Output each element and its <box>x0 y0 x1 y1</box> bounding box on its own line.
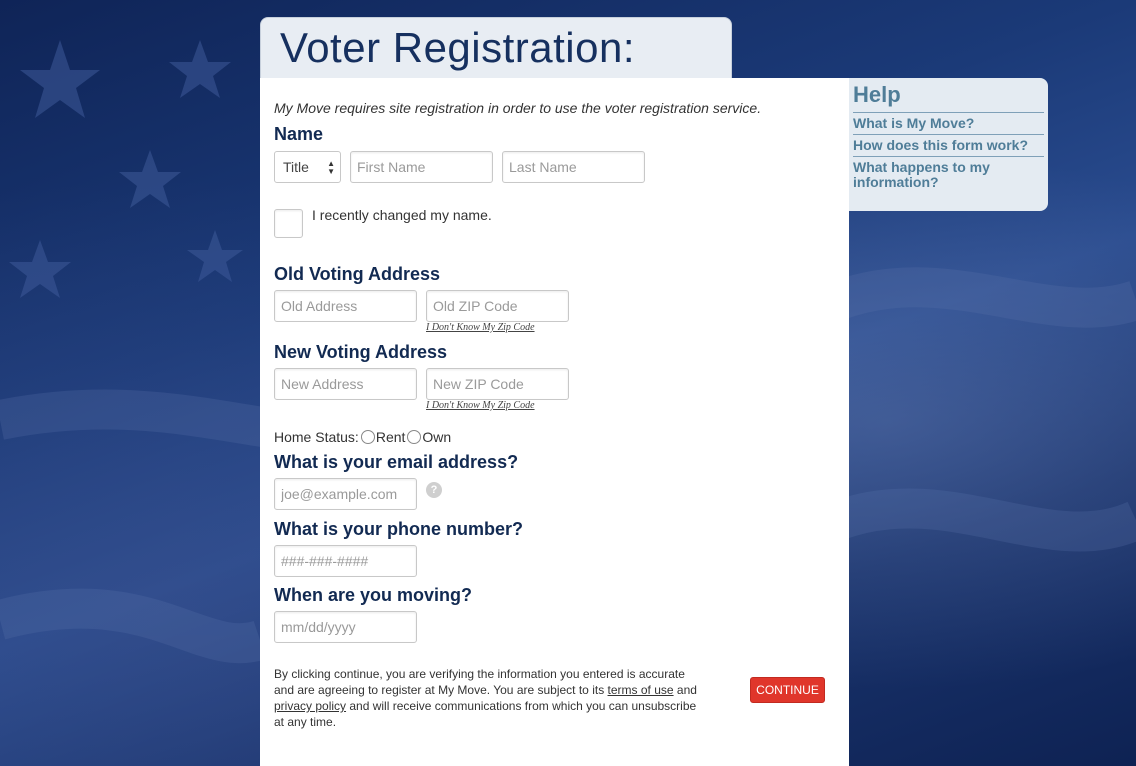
first-name-input[interactable] <box>350 151 493 183</box>
star-decoration <box>20 40 100 118</box>
last-name-input[interactable] <box>502 151 645 183</box>
help-link-what-is-my-move[interactable]: What is My Move? <box>853 113 1044 135</box>
title-tab: Voter Registration: Step 1 <box>260 17 732 119</box>
moving-heading: When are you moving? <box>274 585 473 605</box>
new-zip-input[interactable] <box>426 368 569 400</box>
own-radio[interactable] <box>407 430 422 444</box>
terms-of-use-link[interactable]: terms of use <box>608 683 674 697</box>
new-address-input[interactable] <box>274 368 417 400</box>
rent-label: Rent <box>375 429 406 445</box>
email-heading: What is your email address? <box>274 452 519 472</box>
changed-name-checkbox[interactable] <box>274 209 303 238</box>
changed-name-label: I recently changed my name. <box>312 207 492 223</box>
select-arrows-icon: ▲ ▼ <box>327 159 335 176</box>
old-zip-input[interactable] <box>426 290 569 322</box>
phone-heading: What is your phone number? <box>274 519 524 539</box>
continue-button[interactable]: CONTINUE <box>750 677 825 703</box>
title-select-value: Title <box>283 159 309 175</box>
new-address-heading: New Voting Address <box>274 342 448 362</box>
star-decoration <box>9 240 71 298</box>
star-decoration <box>187 230 243 282</box>
star-decoration <box>169 40 231 98</box>
legal-text-part: and <box>673 683 697 697</box>
privacy-policy-link[interactable]: privacy policy <box>274 699 346 713</box>
title-select[interactable]: Title ▲ ▼ <box>274 151 341 183</box>
moving-date-input[interactable] <box>274 611 417 643</box>
home-status-label: Home Status: <box>274 429 359 445</box>
intro-text: My Move requires site registration in or… <box>274 100 762 116</box>
old-address-heading: Old Voting Address <box>274 264 441 284</box>
rent-radio[interactable] <box>360 430 375 444</box>
new-zip-unknown-link[interactable]: I Don't Know My Zip Code <box>426 400 535 411</box>
legal-text: By clicking continue, you are verifying … <box>274 666 698 730</box>
old-zip-unknown-link[interactable]: I Don't Know My Zip Code <box>426 322 535 333</box>
help-heading: Help <box>853 82 1044 113</box>
old-address-input[interactable] <box>274 290 417 322</box>
home-status-row: Home Status: Rent Own <box>274 429 451 445</box>
phone-input[interactable] <box>274 545 417 577</box>
registration-form: My Move requires site registration in or… <box>260 78 849 766</box>
email-input[interactable] <box>274 478 417 510</box>
email-help-icon[interactable]: ? <box>426 482 442 498</box>
star-decoration <box>119 150 181 208</box>
help-link-how-form-works[interactable]: How does this form work? <box>853 135 1044 157</box>
help-link-what-happens-info[interactable]: What happens to my information? <box>853 157 1044 193</box>
help-panel: Help What is My Move? How does this form… <box>849 78 1048 211</box>
name-heading: Name <box>274 124 324 144</box>
own-label: Own <box>422 429 452 445</box>
